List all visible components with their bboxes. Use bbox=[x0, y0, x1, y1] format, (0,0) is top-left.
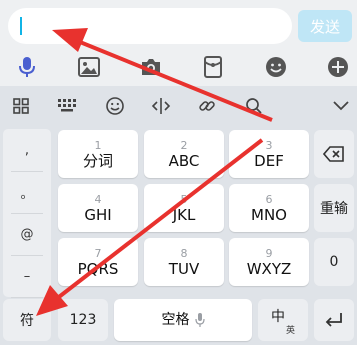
symbol-key[interactable]: , bbox=[3, 129, 51, 171]
emoji-icon[interactable] bbox=[264, 55, 288, 79]
key-number: 7 bbox=[94, 246, 102, 260]
search-icon[interactable] bbox=[243, 95, 265, 117]
key-3[interactable]: 3 DEF bbox=[229, 130, 309, 178]
lang-sub-label: 英 bbox=[286, 326, 296, 336]
key-label: WXYZ bbox=[246, 259, 292, 278]
red-packet-icon[interactable] bbox=[201, 55, 225, 79]
key-number: 6 bbox=[265, 192, 273, 206]
symbol-key[interactable]: @ bbox=[3, 213, 51, 255]
space-key[interactable]: 空格 bbox=[114, 299, 252, 341]
key-number: 9 bbox=[265, 246, 273, 260]
key-label: TUV bbox=[168, 259, 200, 278]
key-2[interactable]: 2 ABC bbox=[144, 130, 224, 178]
key-1[interactable]: 1 分词 bbox=[58, 130, 138, 178]
key-number: 4 bbox=[94, 192, 102, 206]
keyboard-toolbar bbox=[0, 88, 357, 124]
key-label: GHI bbox=[84, 205, 112, 224]
key-5[interactable]: 5 JKL bbox=[144, 184, 224, 232]
microphone-icon bbox=[194, 313, 205, 327]
key-6[interactable]: 6 MNO bbox=[229, 184, 309, 232]
emoji-icon[interactable] bbox=[104, 95, 126, 117]
enter-key[interactable] bbox=[314, 299, 354, 341]
enter-icon bbox=[325, 313, 342, 327]
microphone-icon[interactable] bbox=[15, 55, 39, 79]
key-label: 分词 bbox=[82, 151, 113, 170]
grid-icon[interactable] bbox=[10, 95, 32, 117]
lang-main-label: 中 bbox=[271, 309, 285, 325]
keyboard-icon[interactable] bbox=[57, 95, 79, 117]
chevron-down-icon[interactable] bbox=[330, 95, 352, 117]
send-button[interactable]: 发送 bbox=[298, 10, 352, 42]
camera-icon[interactable] bbox=[139, 55, 163, 79]
key-label: MNO bbox=[251, 205, 287, 224]
message-input[interactable] bbox=[8, 8, 292, 44]
numbers-key[interactable]: 123 bbox=[58, 299, 108, 341]
reinput-key[interactable]: 重输 bbox=[314, 184, 354, 232]
link-icon[interactable] bbox=[196, 95, 218, 117]
symbol-column: , 。 @ – bbox=[3, 129, 51, 298]
key-label: DEF bbox=[254, 151, 284, 170]
symbol-key[interactable]: 。 bbox=[3, 171, 51, 213]
plus-icon[interactable] bbox=[326, 55, 350, 79]
text-caret bbox=[20, 17, 22, 35]
key-number: 8 bbox=[180, 246, 188, 260]
key-9[interactable]: 9 WXYZ bbox=[229, 238, 309, 286]
key-number: 5 bbox=[180, 192, 188, 206]
backspace-key[interactable] bbox=[314, 130, 354, 178]
t9-keyboard: , 。 @ – 1 分词 2 ABC 3 DEF 4 GHI 5 JKL 6 M… bbox=[0, 124, 357, 345]
key-number: 3 bbox=[265, 138, 273, 152]
key-label: PQRS bbox=[77, 259, 119, 278]
language-switch-key[interactable]: 中 英 bbox=[258, 299, 308, 341]
message-composer: 发送 bbox=[0, 0, 357, 48]
zero-key[interactable]: 0 bbox=[314, 238, 354, 286]
key-8[interactable]: 8 TUV bbox=[144, 238, 224, 286]
space-label: 空格 bbox=[161, 312, 190, 328]
backspace-icon bbox=[323, 146, 344, 162]
key-label: JKL bbox=[172, 205, 196, 224]
divider bbox=[11, 297, 43, 298]
image-icon[interactable] bbox=[77, 55, 101, 79]
key-number: 1 bbox=[94, 138, 102, 152]
key-number: 2 bbox=[180, 138, 188, 152]
key-label: ABC bbox=[168, 151, 200, 170]
attachment-bar bbox=[0, 48, 357, 86]
key-4[interactable]: 4 GHI bbox=[58, 184, 138, 232]
symbols-key[interactable]: 符 bbox=[3, 299, 51, 341]
symbol-key[interactable]: – bbox=[3, 255, 51, 297]
cursor-move-icon[interactable] bbox=[150, 95, 172, 117]
key-7[interactable]: 7 PQRS bbox=[58, 238, 138, 286]
